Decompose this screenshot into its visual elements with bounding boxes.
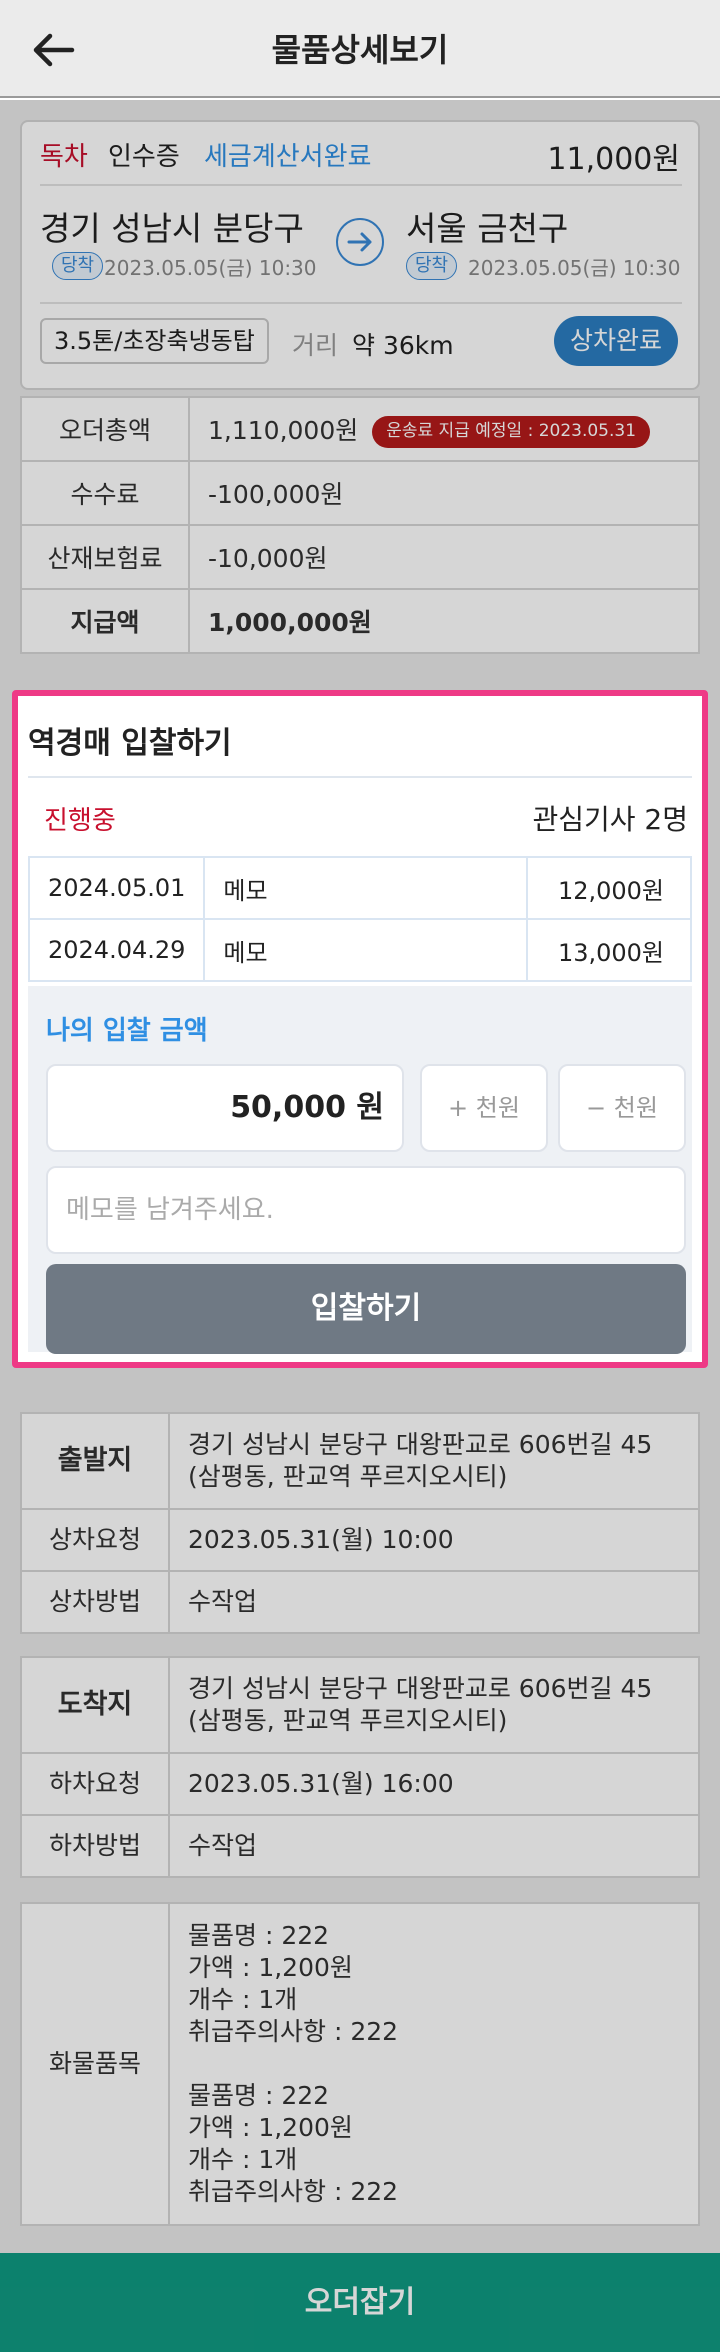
distance-value: 약 36km xyxy=(352,331,454,360)
fee-value-cell: 1,110,000원 운송료 지급 예정일 : 2023.05.31 xyxy=(188,396,700,462)
summary-amount: 11,000원 xyxy=(547,142,680,177)
load-method-label: 상차방법 xyxy=(20,1570,170,1634)
fee-value: -100,000원 xyxy=(188,460,700,526)
app-header: 물품상세보기 xyxy=(0,0,720,98)
cargo-name: 물품명 : 222 xyxy=(188,1921,330,1950)
table-row: 상차방법 수작업 xyxy=(20,1570,700,1634)
cargo-table: 화물품목 물품명 : 222 가액 : 1,200원 개수 : 1개 취급주의사… xyxy=(20,1902,700,2226)
cargo-item: 물품명 : 222 가액 : 1,200원 개수 : 1개 취급주의사항 : 2… xyxy=(188,1920,680,2048)
table-row: 도착지 경기 성남시 분당구 대왕판교로 606번길 45 (삼평동, 판교역 … xyxy=(20,1656,700,1754)
modal-title: 역경매 입찰하기 xyxy=(28,726,232,761)
fee-label: 산재보험료 xyxy=(20,524,190,590)
table-row: 하차요청 2023.05.31(월) 16:00 xyxy=(20,1752,700,1816)
table-row: 하차방법 수작업 xyxy=(20,1814,700,1878)
bid-amount-input[interactable]: 50,000 원 xyxy=(46,1064,404,1152)
origin-label: 출발지 xyxy=(20,1412,170,1510)
cargo-price: 가액 : 1,200원 xyxy=(188,1953,353,1982)
memo-input[interactable]: 메모를 남겨주세요. xyxy=(46,1166,686,1254)
my-bid-label: 나의 입찰 금액 xyxy=(46,1016,208,1046)
origin-time: 2023.05.05(금) 10:30 xyxy=(104,256,317,280)
cargo-count: 개수 : 1개 xyxy=(188,2145,298,2174)
unload-request-value: 2023.05.31(월) 16:00 xyxy=(168,1752,700,1816)
status-receipt: 인수증 xyxy=(108,142,180,172)
minus-thousand-button[interactable]: − 천원 xyxy=(558,1064,686,1152)
page-title: 물품상세보기 xyxy=(271,31,449,69)
dest-label: 도착지 xyxy=(20,1656,170,1754)
my-bid-section: 나의 입찰 금액 50,000 원 + 천원 − 천원 메모를 남겨주세요. 입… xyxy=(28,986,692,1354)
summary-card: 독차 인수증 세금계산서완료 11,000원 경기 성남시 분당구 당착 202… xyxy=(20,120,700,390)
bid-status: 진행중 xyxy=(44,806,116,836)
fee-value: -10,000원 xyxy=(188,524,700,590)
payment-date-badge: 운송료 지급 예정일 : 2023.05.31 xyxy=(372,415,651,448)
cargo-caution: 취급주의사항 : 222 xyxy=(188,2177,399,2206)
dest-time: 2023.05.05(금) 10:30 xyxy=(468,256,681,280)
dest-region: 서울 금천구 xyxy=(406,209,569,248)
fee-value: 1,000,000원 xyxy=(188,588,700,654)
unload-request-label: 하차요청 xyxy=(20,1752,170,1816)
bid-price: 12,000원 xyxy=(526,856,692,920)
table-row: 2024.05.01 메모 12,000원 xyxy=(27,856,692,920)
table-row: 화물품목 물품명 : 222 가액 : 1,200원 개수 : 1개 취급주의사… xyxy=(20,1902,700,2226)
fee-label: 오더총액 xyxy=(20,396,190,462)
route-arrow-icon xyxy=(336,218,384,266)
unload-method-label: 하차방법 xyxy=(20,1814,170,1878)
table-row: 수수료 -100,000원 xyxy=(20,460,700,526)
cargo-label: 화물품목 xyxy=(20,1902,170,2226)
distance-label: 거리 xyxy=(292,331,339,360)
plus-thousand-button[interactable]: + 천원 xyxy=(420,1064,548,1152)
bid-memo: 메모 xyxy=(203,918,528,982)
table-row: 상차요청 2023.05.31(월) 10:00 xyxy=(20,1508,700,1572)
vehicle-chip: 3.5톤/초장축냉동탑 xyxy=(40,318,269,364)
divider xyxy=(40,184,682,186)
load-status-badge: 상차완료 xyxy=(554,316,679,366)
cargo-item: 물품명 : 222 가액 : 1,200원 개수 : 1개 취급주의사항 : 2… xyxy=(188,2080,680,2208)
fee-label: 수수료 xyxy=(20,460,190,526)
dest-address: 경기 성남시 분당구 대왕판교로 606번길 45 (삼평동, 판교역 푸르지오… xyxy=(168,1656,700,1754)
divider xyxy=(40,302,682,304)
divider xyxy=(28,776,692,778)
button-dim xyxy=(0,2253,720,2352)
load-request-value: 2023.05.31(월) 10:00 xyxy=(168,1508,700,1572)
fee-value: 1,110,000원 xyxy=(208,415,359,445)
cargo-name: 물품명 : 222 xyxy=(188,2081,330,2110)
table-row: 오더총액 1,110,000원 운송료 지급 예정일 : 2023.05.31 xyxy=(20,396,700,462)
unload-method-value: 수작업 xyxy=(168,1814,700,1878)
table-row: 산재보험료 -10,000원 xyxy=(20,524,700,590)
load-method-value: 수작업 xyxy=(168,1570,700,1634)
bid-history-table: 2024.05.01 메모 12,000원 2024.04.29 메모 13,0… xyxy=(27,856,692,982)
origin-address: 경기 성남시 분당구 대왕판교로 606번길 45 (삼평동, 판교역 푸르지오… xyxy=(168,1412,700,1510)
cargo-list: 물품명 : 222 가액 : 1,200원 개수 : 1개 취급주의사항 : 2… xyxy=(168,1902,700,2226)
status-tax: 세금계산서완료 xyxy=(204,142,372,172)
table-row: 2024.04.29 메모 13,000원 xyxy=(27,918,692,982)
origin-region: 경기 성남시 분당구 xyxy=(40,209,304,248)
cargo-caution: 취급주의사항 : 222 xyxy=(188,2017,399,2046)
submit-bid-button[interactable]: 입찰하기 xyxy=(46,1264,686,1354)
bid-price: 13,000원 xyxy=(526,918,692,982)
bid-date: 2024.05.01 xyxy=(27,856,206,920)
load-request-label: 상차요청 xyxy=(20,1508,170,1572)
bid-memo: 메모 xyxy=(203,856,528,920)
origin-detail-table: 출발지 경기 성남시 분당구 대왕판교로 606번길 45 (삼평동, 판교역 … xyxy=(20,1412,700,1634)
table-row: 출발지 경기 성남시 분당구 대왕판교로 606번길 45 (삼평동, 판교역 … xyxy=(20,1412,700,1510)
interest-count: 관심기사 2명 xyxy=(532,803,688,836)
dest-detail-table: 도착지 경기 성남시 분당구 대왕판교로 606번길 45 (삼평동, 판교역 … xyxy=(20,1656,700,1878)
status-dock: 독차 xyxy=(40,142,88,172)
bid-date: 2024.04.29 xyxy=(27,918,206,982)
origin-tag: 당착 xyxy=(52,252,104,280)
table-row: 지급액 1,000,000원 xyxy=(20,588,700,654)
cargo-count: 개수 : 1개 xyxy=(188,1985,298,2014)
cargo-price: 가액 : 1,200원 xyxy=(188,2113,353,2142)
bid-modal: 역경매 입찰하기 진행중 관심기사 2명 2024.05.01 메모 12,00… xyxy=(12,690,708,1368)
fee-table: 오더총액 1,110,000원 운송료 지급 예정일 : 2023.05.31 수… xyxy=(20,396,700,654)
fee-label: 지급액 xyxy=(20,588,190,654)
dest-tag: 당착 xyxy=(406,252,458,280)
